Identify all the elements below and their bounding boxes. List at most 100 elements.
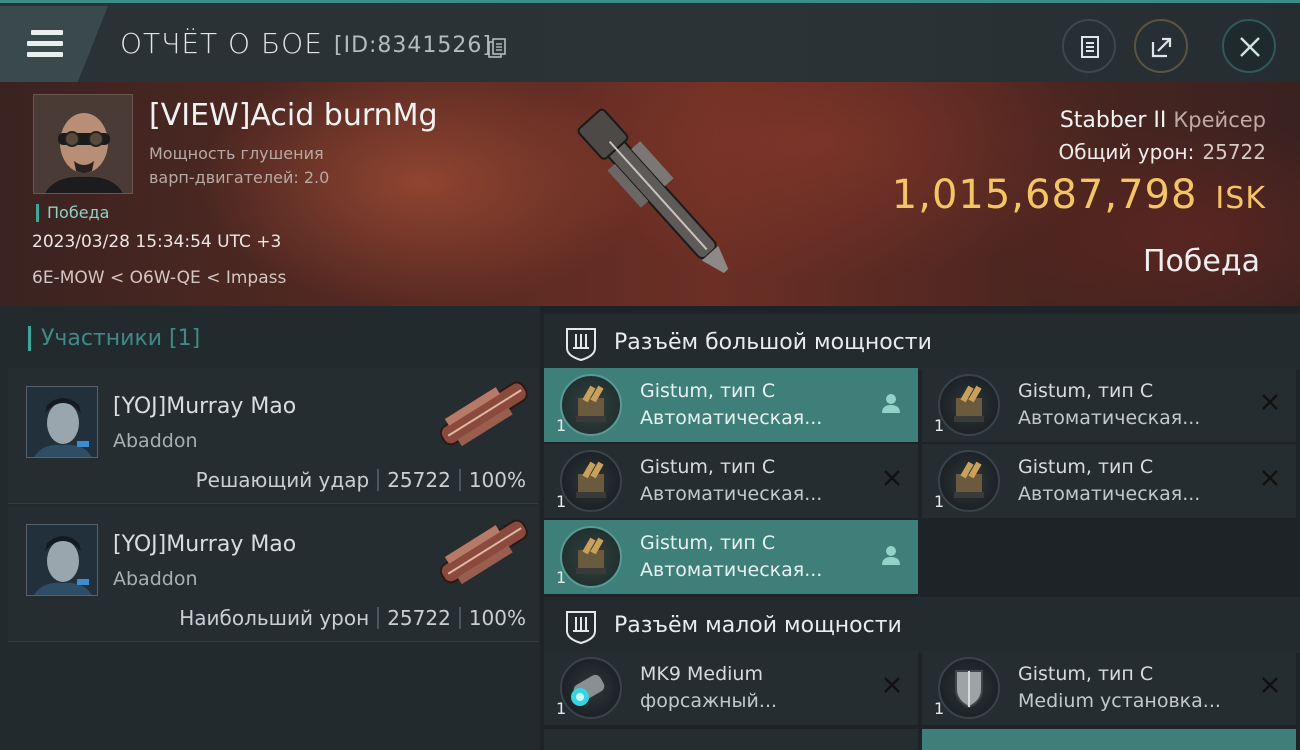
module-type: Автоматическая... xyxy=(640,559,823,581)
attribute-line-2: варп-двигателей: 2.0 xyxy=(149,168,330,187)
module-quantity: 1 xyxy=(556,416,567,435)
fitting-panel: Разъём большой мощности 1 Gistum, тип C … xyxy=(540,306,1300,750)
module-quantity: 1 xyxy=(934,699,945,718)
module-name: Gistum, тип C xyxy=(1018,380,1154,402)
result-tag: Победа xyxy=(36,204,109,222)
victim-attributes: Мощность глушения варп-двигателей: 2.0 xyxy=(149,142,369,190)
participant-ship: Abaddon xyxy=(113,568,198,590)
low-slot-title: Разъём малой мощности xyxy=(614,613,902,638)
destroyed-x-icon xyxy=(1262,470,1278,486)
total-damage-label: Общий урон: xyxy=(1058,140,1195,164)
turret-icon xyxy=(938,374,1000,436)
top-bar: ОТЧЁТ О БОЕ [ID:8341526] xyxy=(0,0,1300,82)
module-quantity: 1 xyxy=(934,416,945,435)
module-slot[interactable]: 1 Gistum, тип C Автоматическая... xyxy=(544,444,918,518)
participant-row[interactable]: [YOJ]Murray Mao Abaddon Решающий удар 257… xyxy=(8,368,538,504)
total-damage-value: 25722 xyxy=(1202,140,1266,164)
turret-icon xyxy=(560,526,622,588)
participants-header: Участники [1] xyxy=(28,326,200,351)
turret-icon xyxy=(560,374,622,436)
participant-ship: Abaddon xyxy=(113,430,198,452)
module-quantity: 1 xyxy=(556,699,567,718)
participant-avatar xyxy=(26,386,98,458)
module-slot[interactable]: 1 MK9 Medium форсажный... xyxy=(544,651,918,725)
participant-stats: Решающий удар 25722 100% xyxy=(196,468,526,492)
module-slot[interactable]: 1 Gistum, тип C Автоматическая... xyxy=(544,520,918,594)
module-slot[interactable]: 1 Gistum, тип C Автоматическая... xyxy=(922,368,1296,442)
menu-icon xyxy=(27,30,63,58)
isk-amount: 1,015,687,798 xyxy=(891,172,1198,218)
outcome-label: Победа xyxy=(1143,244,1260,279)
dropped-person-icon xyxy=(882,394,900,413)
module-slot-partial[interactable] xyxy=(544,729,918,750)
module-type: форсажный... xyxy=(640,690,778,712)
participant-name[interactable]: [YOJ]Murray Mao xyxy=(113,532,296,557)
low-slot-icon xyxy=(566,611,596,645)
clipboard-icon xyxy=(1081,36,1099,58)
module-name: Gistum, тип C xyxy=(640,532,776,554)
kill-datetime: 2023/03/28 15:34:54 UTC +3 xyxy=(32,232,282,252)
module-name: Gistum, тип C xyxy=(640,456,776,478)
module-type: Автоматическая... xyxy=(1018,483,1201,505)
module-type: Автоматическая... xyxy=(1018,407,1201,429)
victim-name[interactable]: [VIEW]Acid burnMg xyxy=(149,98,438,133)
close-icon xyxy=(1240,37,1260,57)
participant-portrait-image xyxy=(27,387,97,457)
isk-unit: ISK xyxy=(1215,181,1266,216)
export-icon xyxy=(1151,37,1172,58)
participant-role: Решающий удар xyxy=(195,468,370,492)
module-name: MK9 Medium xyxy=(640,663,763,685)
module-name: Gistum, тип C xyxy=(1018,456,1154,478)
close-button[interactable] xyxy=(1222,19,1276,73)
turret-icon xyxy=(938,450,1000,512)
participant-stats: Наибольший урон 25722 100% xyxy=(179,606,526,630)
participant-percent: 100% xyxy=(468,468,526,492)
kill-location: 6E-MOW < O6W-QE < Impass xyxy=(32,268,287,288)
participant-row[interactable]: [YOJ]Murray Mao Abaddon Наибольший урон 2… xyxy=(8,506,538,642)
ship-info: Stabber II Крейсер xyxy=(1060,108,1266,133)
module-quantity: 1 xyxy=(556,492,567,511)
module-slot-partial[interactable] xyxy=(922,729,1296,750)
module-quantity: 1 xyxy=(934,492,945,511)
participant-portrait-image xyxy=(27,525,97,595)
shield-module-icon xyxy=(938,657,1000,719)
participant-ship-image xyxy=(439,381,528,447)
participant-ship-image xyxy=(439,519,528,585)
ship-name[interactable]: Stabber II xyxy=(1060,108,1167,133)
destroyed-x-icon xyxy=(1262,677,1278,693)
turret-icon xyxy=(560,450,622,512)
afterburner-icon xyxy=(560,657,622,719)
high-slot-title: Разъём большой мощности xyxy=(614,330,932,355)
participant-damage: 25722 xyxy=(387,606,451,630)
participants-panel: Участники [1] [YOJ]Murray Mao Abaddon Ре… xyxy=(0,306,540,750)
module-slot[interactable]: 1 Gistum, тип C Автоматическая... xyxy=(922,444,1296,518)
module-slot[interactable]: 1 Gistum, тип C Автоматическая... xyxy=(544,368,918,442)
module-type: Автоматическая... xyxy=(640,483,823,505)
high-slot-header: Разъём большой мощности xyxy=(544,314,1300,370)
dropped-person-icon xyxy=(882,546,900,565)
participant-name[interactable]: [YOJ]Murray Mao xyxy=(113,394,296,419)
report-id: [ID:8341526] xyxy=(334,33,492,58)
participant-role: Наибольший урон xyxy=(179,606,370,630)
participant-avatar xyxy=(26,524,98,596)
high-slot-icon xyxy=(566,328,596,362)
victim-ship-image xyxy=(577,108,729,273)
copy-icon[interactable] xyxy=(488,38,506,58)
menu-button[interactable] xyxy=(0,6,108,82)
low-slot-header: Разъём малой мощности xyxy=(544,597,1300,653)
clipboard-button[interactable] xyxy=(1062,19,1116,73)
export-button[interactable] xyxy=(1134,19,1188,73)
ship-class: Крейсер xyxy=(1173,108,1266,132)
total-damage: Общий урон: 25722 xyxy=(1059,140,1266,164)
destroyed-x-icon xyxy=(884,470,900,486)
destroyed-x-icon xyxy=(884,677,900,693)
victim-portrait[interactable] xyxy=(33,94,133,194)
participant-damage: 25722 xyxy=(387,468,451,492)
kill-banner: [VIEW]Acid burnMg Мощность глушения варп… xyxy=(0,82,1300,306)
attribute-line-1: Мощность глушения xyxy=(149,144,324,163)
destroyed-x-icon xyxy=(1262,394,1278,410)
participant-percent: 100% xyxy=(468,606,526,630)
module-type: Medium установка... xyxy=(1018,690,1221,712)
module-quantity: 1 xyxy=(556,568,567,587)
module-slot[interactable]: 1 Gistum, тип C Medium установка... xyxy=(922,651,1296,725)
